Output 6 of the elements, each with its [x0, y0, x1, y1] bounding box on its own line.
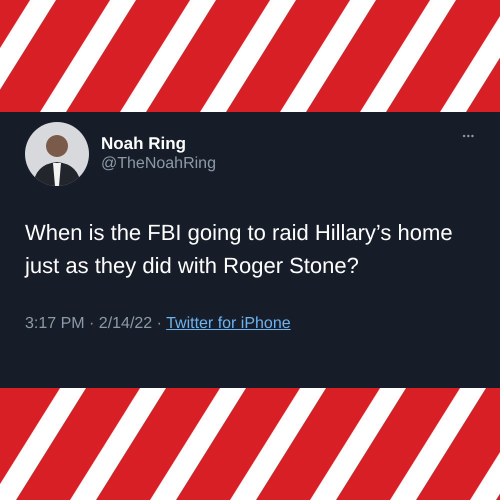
more-options-button[interactable]: ••• — [462, 130, 475, 144]
author-name[interactable]: Noah Ring — [101, 134, 455, 154]
author-handle[interactable]: @TheNoahRing — [101, 154, 455, 174]
source-link[interactable]: Twitter for iPhone — [166, 315, 291, 332]
tweet-metadata: 3:17 PM · 2/14/22 · Twitter for iPhone — [25, 314, 292, 334]
tweet-text: When is the FBI going to raid Hillary’s home just as they did with Roger Stone? — [25, 219, 454, 280]
